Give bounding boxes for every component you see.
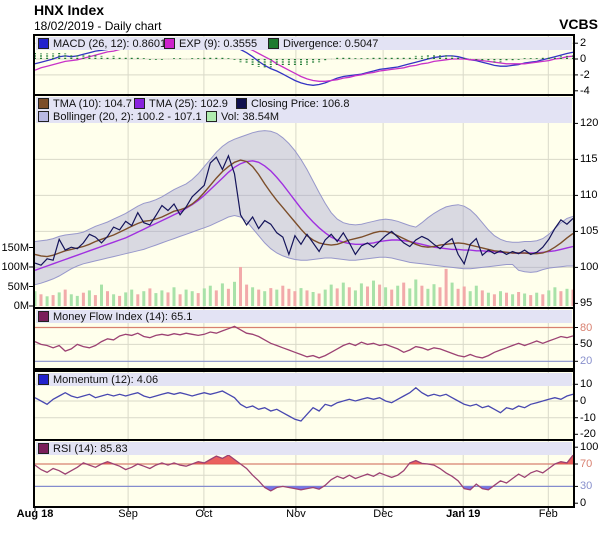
price-legend-item: Bollinger (20, 2): 100.2 - 107.1 xyxy=(38,110,202,123)
price-tick-label: 115 xyxy=(580,154,598,165)
legend-label: RSI (14): 85.83 xyxy=(53,443,128,455)
legend-swatch-icon xyxy=(38,111,49,122)
legend-swatch-icon xyxy=(38,38,49,49)
volume-tick-label: 150M xyxy=(1,243,29,254)
price-legend-item: TMA (10): 104.7 xyxy=(38,97,132,110)
legend-label: Bollinger (20, 2): 100.2 - 107.1 xyxy=(53,111,202,123)
macd-tick-label: 2 xyxy=(580,38,586,49)
legend-swatch-icon xyxy=(206,111,217,122)
mfi-legend: Money Flow Index (14): 65.1 xyxy=(36,310,572,323)
rsi-tick-label: 30 xyxy=(580,481,592,492)
macd-tick-label: 0 xyxy=(580,54,586,65)
legend-swatch-icon xyxy=(38,311,49,322)
volume-tick-label: 50M xyxy=(1,282,29,293)
x-axis-month-label: Jan 19 xyxy=(446,508,480,520)
momentum-legend: Momentum (12): 4.06 xyxy=(36,373,572,386)
price-legend-item: TMA (25): 102.9 xyxy=(134,97,228,110)
brand-logo: VCBS xyxy=(559,16,598,32)
legend-label: MACD (26, 12): 0.8601 xyxy=(53,38,166,50)
x-axis-month-label: Feb xyxy=(539,508,558,520)
macd-tick-label: -2 xyxy=(580,70,590,81)
legend-swatch-icon xyxy=(38,98,49,109)
legend-swatch-icon xyxy=(134,98,145,109)
volume-tick-label: 0M xyxy=(1,301,29,312)
momentum-tick-label: -20 xyxy=(580,429,596,440)
price-legend: TMA (10): 104.7 TMA (25): 102.9 Closing Pr… xyxy=(36,97,572,110)
legend-label: Divergence: 0.5047 xyxy=(283,38,378,50)
macd-legend-item: MACD (26, 12): 0.8601 xyxy=(38,37,166,50)
legend-swatch-icon xyxy=(164,38,175,49)
volume-tick-label: 100M xyxy=(1,262,29,273)
momentum-tick-label: 10 xyxy=(580,379,592,390)
legend-label: Momentum (12): 4.06 xyxy=(53,374,158,386)
chart-subtitle: 18/02/2019 - Daily chart xyxy=(34,19,161,33)
price-legend-item: Vol: 38.54M xyxy=(206,110,279,123)
rsi-tick-label: 100 xyxy=(580,442,598,453)
price-legend-item: Closing Price: 106.8 xyxy=(236,97,349,110)
rsi-legend: RSI (14): 85.83 xyxy=(36,442,572,455)
x-axis-month-label: Nov xyxy=(286,508,306,520)
legend-swatch-icon xyxy=(268,38,279,49)
chart-window: HNX Index 18/02/2019 - Daily chart VCBS … xyxy=(0,0,603,533)
macd-legend-item: EXP (9): 0.3555 xyxy=(164,37,257,50)
legend-label: TMA (10): 104.7 xyxy=(53,98,132,110)
momentum-legend-item: Momentum (12): 4.06 xyxy=(38,373,158,386)
legend-swatch-icon xyxy=(236,98,247,109)
macd-tick-label: -4 xyxy=(580,86,590,97)
macd-legend: MACD (26, 12): 0.8601 EXP (9): 0.3555 Dive… xyxy=(36,37,572,50)
legend-swatch-icon xyxy=(38,443,49,454)
legend-label: Money Flow Index (14): 65.1 xyxy=(53,311,192,323)
legend-label: Vol: 38.54M xyxy=(221,111,279,123)
mfi-tick-label: 20 xyxy=(580,356,592,367)
rsi-tick-label: 0 xyxy=(580,498,586,509)
price-tick-label: 95 xyxy=(580,298,592,309)
momentum-tick-label: -10 xyxy=(580,413,596,424)
price-tick-label: 105 xyxy=(580,226,598,237)
mfi-tick-label: 50 xyxy=(580,339,592,350)
page-title: HNX Index xyxy=(34,2,104,18)
x-axis-month-label: Dec xyxy=(373,508,393,520)
price-tick-label: 120 xyxy=(580,118,598,129)
legend-swatch-icon xyxy=(38,374,49,385)
mfi-legend-item: Money Flow Index (14): 65.1 xyxy=(38,310,192,323)
price-tick-label: 110 xyxy=(580,190,598,201)
rsi-legend-item: RSI (14): 85.83 xyxy=(38,442,128,455)
legend-label: TMA (25): 102.9 xyxy=(149,98,228,110)
x-axis-month-label: Sep xyxy=(118,508,138,520)
legend-label: Closing Price: 106.8 xyxy=(251,98,349,110)
macd-legend-item: Divergence: 0.5047 xyxy=(268,37,378,50)
x-axis-month-label: Aug 18 xyxy=(17,508,54,520)
momentum-tick-label: 0 xyxy=(580,396,586,407)
mfi-tick-label: 80 xyxy=(580,323,592,334)
price-tick-label: 100 xyxy=(580,262,598,273)
legend-label: EXP (9): 0.3555 xyxy=(179,38,257,50)
x-axis-month-label: Oct xyxy=(195,508,212,520)
rsi-tick-label: 70 xyxy=(580,459,592,470)
price-legend: Bollinger (20, 2): 100.2 - 107.1 Vol: 38.… xyxy=(36,110,572,123)
